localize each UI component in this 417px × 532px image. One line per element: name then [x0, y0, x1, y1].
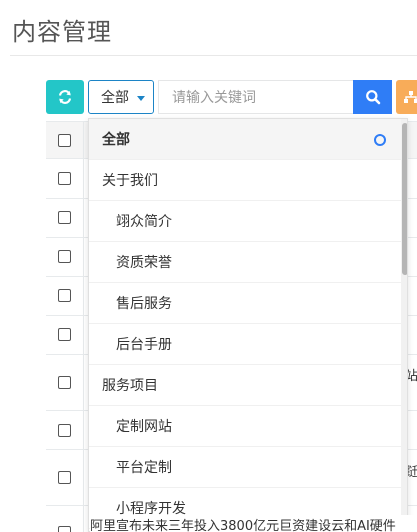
- row-checkbox[interactable]: [58, 376, 71, 389]
- refresh-icon: [58, 90, 72, 104]
- dropdown-item-label: 资质荣誉: [116, 255, 172, 271]
- row-checkbox[interactable]: [58, 471, 71, 484]
- dropdown-item-label: 平台定制: [116, 460, 172, 476]
- category-dropdown: 全部 关于我们 翊众简介 资质荣誉 售后服务 后台手册 服务项目 定制网站 平台…: [88, 118, 408, 532]
- selected-circle-icon: [374, 134, 386, 146]
- title-divider: [10, 55, 417, 56]
- caret-down-icon: [137, 95, 145, 101]
- row-checkbox[interactable]: [58, 289, 71, 302]
- category-tree-button[interactable]: [396, 80, 417, 114]
- dropdown-scrollbar-thumb[interactable]: [402, 123, 407, 275]
- dropdown-item-platform-custom[interactable]: 平台定制: [89, 447, 401, 488]
- category-select-value: 全部: [101, 90, 129, 106]
- search-input[interactable]: 请输入关键词: [158, 80, 354, 114]
- category-select[interactable]: 全部: [88, 80, 154, 114]
- row-checkbox[interactable]: [58, 526, 71, 532]
- dropdown-item-custom-website[interactable]: 定制网站: [89, 406, 401, 447]
- row-checkbox[interactable]: [58, 211, 71, 224]
- row-checkbox[interactable]: [58, 424, 71, 437]
- dropdown-item-services[interactable]: 服务项目: [89, 365, 401, 406]
- dropdown-item-label: 定制网站: [116, 419, 172, 435]
- search-icon: [365, 90, 380, 105]
- search-button[interactable]: [353, 80, 392, 114]
- dropdown-item-label: 后台手册: [116, 337, 172, 353]
- sitemap-icon: [404, 91, 417, 103]
- dropdown-item-label: 关于我们: [102, 173, 158, 189]
- dropdown-item-about-us[interactable]: 关于我们: [89, 160, 401, 201]
- dropdown-item-after-sales[interactable]: 售后服务: [89, 283, 401, 324]
- row-checkbox[interactable]: [58, 250, 71, 263]
- dropdown-item-label: 售后服务: [116, 296, 172, 312]
- dropdown-item-label: 服务项目: [102, 378, 158, 394]
- dropdown-item-honors[interactable]: 资质荣誉: [89, 242, 401, 283]
- dropdown-item-label: 翊众简介: [116, 214, 172, 230]
- row-checkbox[interactable]: [58, 328, 71, 341]
- select-all-checkbox[interactable]: [58, 134, 71, 147]
- dropdown-item-admin-manual[interactable]: 后台手册: [89, 324, 401, 365]
- dropdown-item-label: 全部: [102, 132, 130, 148]
- row-checkbox[interactable]: [58, 172, 71, 185]
- dropdown-item-company-intro[interactable]: 翊众简介: [89, 201, 401, 242]
- dropdown-scrollbar[interactable]: [401, 119, 407, 531]
- row-title[interactable]: 阿里宣布未来三年投入3800亿元巨资建设云和AI硬件: [90, 515, 417, 532]
- search-placeholder: 请输入关键词: [172, 90, 256, 106]
- dropdown-item-all[interactable]: 全部: [89, 119, 401, 160]
- page-title: 内容管理: [12, 18, 112, 46]
- refresh-button[interactable]: [46, 80, 84, 114]
